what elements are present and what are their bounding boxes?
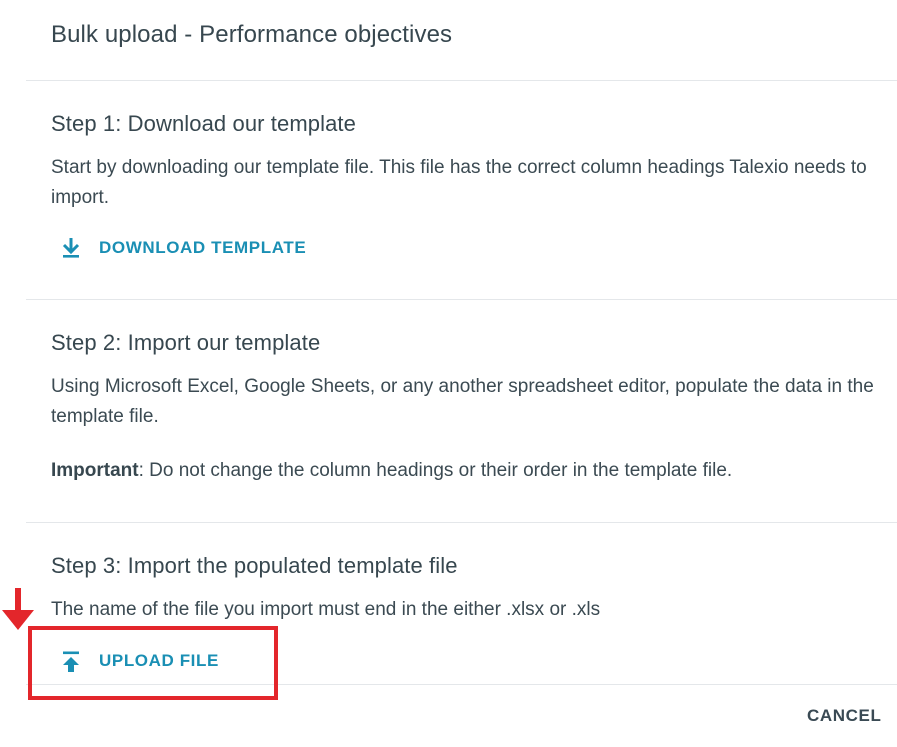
step-2-important-note: Important: Do not change the column head…: [51, 456, 881, 486]
download-template-label: DOWNLOAD TEMPLATE: [99, 238, 307, 257]
important-text: : Do not change the column headings or t…: [138, 460, 733, 481]
step-2-title: Step 2: Import our template: [51, 330, 321, 355]
step-1-description: Start by downloading our template file. …: [51, 157, 867, 208]
download-template-button[interactable]: DOWNLOAD TEMPLATE: [60, 236, 306, 260]
divider: [26, 299, 897, 300]
bulk-upload-dialog: Bulk upload - Performance objectives Ste…: [0, 0, 897, 747]
important-label: Important: [51, 460, 139, 481]
step-2-description: Using Microsoft Excel, Google Sheets, or…: [51, 376, 874, 427]
annotation-highlight-box: [28, 626, 278, 700]
step-3-title: Step 3: Import the populated template fi…: [51, 553, 458, 578]
step-3-description: The name of the file you import must end…: [51, 599, 601, 620]
cancel-button[interactable]: CANCEL: [807, 706, 881, 726]
dialog-title: Bulk upload - Performance objectives: [51, 21, 453, 48]
annotation-arrow-icon: [2, 588, 34, 630]
divider: [26, 522, 897, 523]
step-1-title: Step 1: Download our template: [51, 111, 356, 136]
download-icon: [60, 236, 82, 260]
divider: [26, 80, 897, 81]
